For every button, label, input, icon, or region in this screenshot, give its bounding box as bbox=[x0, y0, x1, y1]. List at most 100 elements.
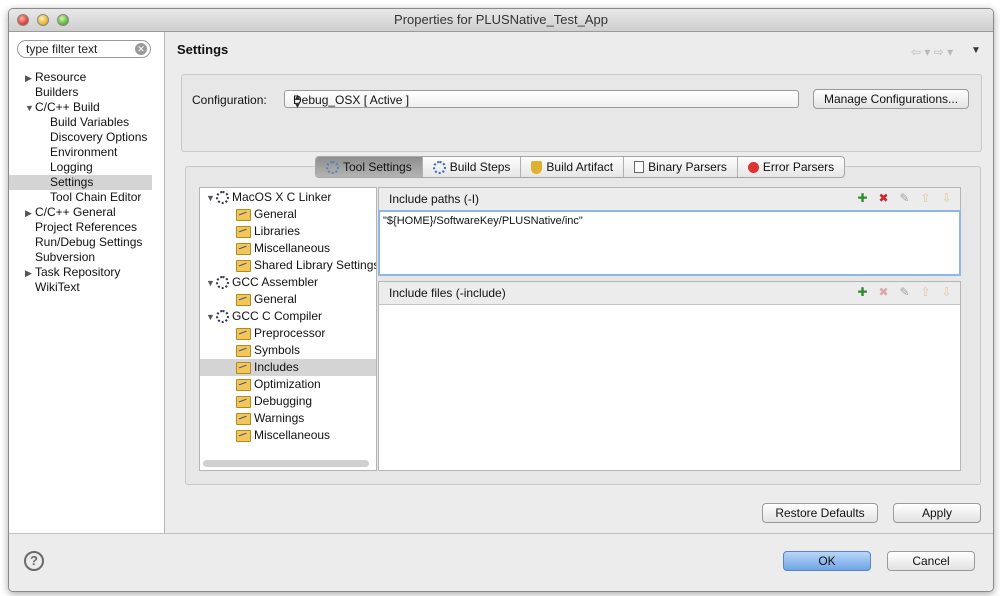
tool-node[interactable]: ▼ GCC C Compiler bbox=[200, 308, 376, 325]
apply-button[interactable]: Apply bbox=[893, 503, 981, 523]
add-icon[interactable]: ✚ bbox=[855, 191, 870, 206]
nav-item[interactable]: Subversion bbox=[9, 250, 152, 265]
tab-label: Build Artifact bbox=[546, 160, 614, 174]
option-folder-icon bbox=[236, 293, 251, 306]
nav-item-label: Builders bbox=[35, 85, 79, 99]
expanded-arrow-icon[interactable]: ▼ bbox=[25, 101, 35, 116]
expanded-arrow-icon[interactable]: ▼ bbox=[206, 309, 216, 326]
forward-arrow-icon[interactable]: ⇨ ▾ bbox=[934, 45, 953, 59]
tab-label: Binary Parsers bbox=[648, 160, 727, 174]
option-node[interactable]: Optimization bbox=[200, 376, 376, 393]
error-icon bbox=[747, 161, 759, 173]
option-node[interactable]: Warnings bbox=[200, 410, 376, 427]
properties-window: Properties for PLUSNative_Test_App ✕ ▶Re… bbox=[8, 8, 994, 592]
tree-node-label: Shared Library Settings bbox=[254, 258, 377, 272]
nav-item[interactable]: Settings bbox=[9, 175, 152, 190]
tool-gear-icon bbox=[216, 310, 229, 324]
tab-build-steps[interactable]: Build Steps bbox=[423, 157, 522, 177]
nav-item[interactable]: Builders bbox=[9, 85, 152, 100]
tree-node-label: Includes bbox=[254, 360, 299, 374]
tree-horizontal-scrollbar[interactable] bbox=[203, 460, 369, 467]
cancel-button[interactable]: Cancel bbox=[887, 551, 975, 571]
restore-defaults-button[interactable]: Restore Defaults bbox=[762, 503, 878, 523]
option-node[interactable]: Debugging bbox=[200, 393, 376, 410]
tab-error-parsers[interactable]: Error Parsers bbox=[738, 157, 844, 177]
option-node[interactable]: Libraries bbox=[200, 223, 376, 240]
tab-label: Tool Settings bbox=[343, 160, 412, 174]
edit-icon[interactable]: ✎ bbox=[897, 191, 912, 206]
nav-item[interactable]: ▶ C/C++ General bbox=[9, 205, 152, 220]
move-down-icon[interactable]: ⇩ bbox=[939, 191, 954, 206]
tree-node-label: GCC C Compiler bbox=[232, 309, 323, 323]
edit-icon[interactable]: ✎ bbox=[897, 285, 912, 300]
tab-tool-settings[interactable]: Tool Settings bbox=[316, 157, 423, 177]
view-menu-icon[interactable]: ▼ bbox=[971, 45, 981, 56]
add-icon[interactable]: ✚ bbox=[855, 285, 870, 300]
window-title: Properties for PLUSNative_Test_App bbox=[394, 12, 608, 27]
page-title: Settings bbox=[177, 42, 229, 57]
move-down-icon[interactable]: ⇩ bbox=[939, 285, 954, 300]
collapsed-arrow-icon[interactable]: ▶ bbox=[25, 266, 35, 281]
tool-node[interactable]: ▼ MacOS X C Linker bbox=[200, 189, 376, 206]
nav-item[interactable]: ▶ Task Repository bbox=[9, 265, 152, 280]
nav-sidebar: ✕ ▶ResourceBuilders▼C/C++ BuildBuild Var… bbox=[9, 32, 165, 533]
filter-input[interactable] bbox=[26, 42, 134, 56]
manage-configurations-button[interactable]: Manage Configurations... bbox=[813, 89, 969, 109]
expanded-arrow-icon[interactable]: ▼ bbox=[206, 275, 216, 292]
nav-item-label: WikiText bbox=[35, 280, 80, 294]
build-steps-icon bbox=[432, 160, 446, 174]
ok-button[interactable]: OK bbox=[783, 551, 871, 571]
option-node[interactable]: Preprocessor bbox=[200, 325, 376, 342]
option-node[interactable]: Shared Library Settings bbox=[200, 257, 376, 274]
option-node[interactable]: Miscellaneous bbox=[200, 240, 376, 257]
nav-item[interactable]: ▶ Resource bbox=[9, 70, 152, 85]
trophy-icon bbox=[531, 160, 543, 174]
filter-field[interactable]: ✕ bbox=[17, 40, 151, 58]
nav-item[interactable]: ▼C/C++ Build bbox=[9, 100, 152, 115]
nav-item[interactable]: Discovery Options bbox=[9, 130, 152, 145]
nav-item[interactable]: Logging bbox=[9, 160, 152, 175]
nav-item[interactable]: Build Variables bbox=[9, 115, 152, 130]
nav-item[interactable]: Project References bbox=[9, 220, 152, 235]
nav-item-label: Subversion bbox=[35, 250, 96, 264]
binary-icon bbox=[634, 161, 645, 173]
back-arrow-icon[interactable]: ⇦ ▾ bbox=[911, 45, 930, 59]
option-node[interactable]: General bbox=[200, 206, 376, 223]
move-up-icon[interactable]: ⇧ bbox=[918, 191, 933, 206]
collapsed-arrow-icon[interactable]: ▶ bbox=[25, 71, 35, 86]
nav-item[interactable]: WikiText bbox=[9, 280, 152, 295]
nav-item[interactable]: Run/Debug Settings bbox=[9, 235, 152, 250]
nav-item[interactable]: Environment bbox=[9, 145, 152, 160]
option-folder-icon bbox=[236, 344, 251, 357]
expanded-arrow-icon[interactable]: ▼ bbox=[206, 190, 216, 207]
configuration-group bbox=[181, 74, 982, 152]
option-node[interactable]: General bbox=[200, 291, 376, 308]
clear-filter-icon[interactable]: ✕ bbox=[135, 43, 147, 55]
option-node[interactable]: Miscellaneous bbox=[200, 427, 376, 444]
option-folder-icon bbox=[236, 242, 251, 255]
collapsed-arrow-icon[interactable]: ▶ bbox=[25, 206, 35, 221]
help-icon[interactable]: ? bbox=[24, 551, 44, 571]
nav-item-label: Settings bbox=[50, 175, 94, 189]
option-node[interactable]: Includes bbox=[200, 359, 376, 376]
nav-item-label: Run/Debug Settings bbox=[35, 235, 143, 249]
nav-item-label: Discovery Options bbox=[50, 130, 148, 144]
delete-icon[interactable]: ✖ bbox=[876, 191, 891, 206]
option-node[interactable]: Symbols bbox=[200, 342, 376, 359]
tab-build-artifact[interactable]: Build Artifact bbox=[521, 157, 625, 177]
move-up-icon[interactable]: ⇧ bbox=[918, 285, 933, 300]
nav-item[interactable]: Tool Chain Editor bbox=[9, 190, 152, 205]
nav-item-label: Build Variables bbox=[50, 115, 130, 129]
option-folder-icon bbox=[236, 429, 251, 442]
include-path-item[interactable]: "${HOME}/SoftwareKey/PLUSNative/inc" bbox=[383, 215, 583, 227]
tab-binary-parsers[interactable]: Binary Parsers bbox=[624, 157, 738, 177]
delete-icon[interactable]: ✖ bbox=[876, 285, 891, 300]
tool-node[interactable]: ▼ GCC Assembler bbox=[200, 274, 376, 291]
include-files-header: Include files (-include) ✚ ✖ ✎ ⇧ ⇩ bbox=[379, 282, 960, 305]
include-paths-section: Include paths (-I) ✚ ✖ ✎ ⇧ ⇩ "${HOME}/So… bbox=[378, 187, 961, 276]
tool-tree[interactable]: ▼ MacOS X C Linker General Libraries Miscell… bbox=[199, 187, 377, 471]
history-nav: ⇦ ▾ ⇨ ▾ bbox=[911, 45, 953, 59]
tree-node-label: Preprocessor bbox=[254, 326, 326, 340]
configuration-select[interactable]: Debug_OSX [ Active ] ▲ ▼ bbox=[284, 90, 799, 110]
tree-node-label: GCC Assembler bbox=[232, 275, 319, 289]
